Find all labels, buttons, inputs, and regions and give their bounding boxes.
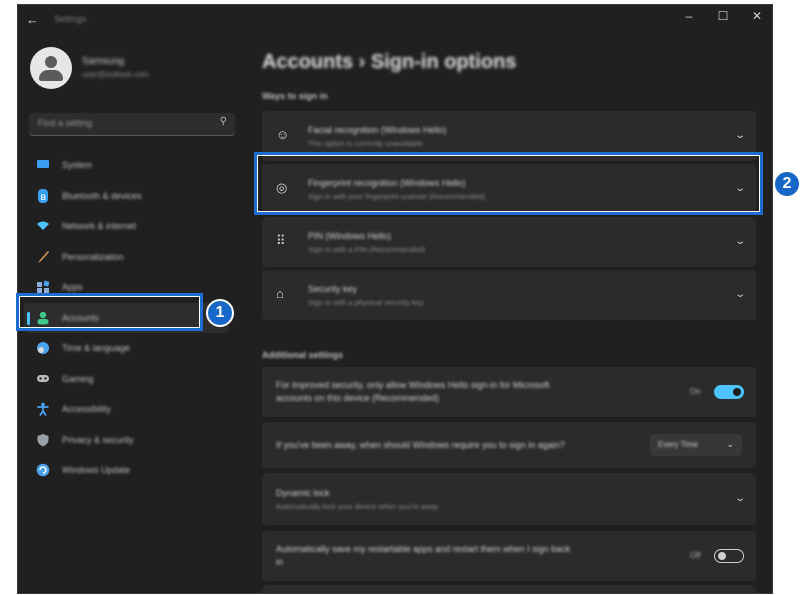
sidebar-item-personalization[interactable]: Personalization: [24, 242, 229, 273]
option-title: PIN (Windows Hello): [308, 231, 392, 241]
page-title: Accounts › Sign-in options: [262, 51, 517, 73]
sidebar-item-gaming[interactable]: Gaming: [24, 364, 229, 395]
accessibility-icon: [36, 402, 50, 416]
callout-badge-1: 1: [206, 299, 234, 327]
sidebar-item-label: Accessibility: [62, 404, 112, 414]
gamepad-icon: [36, 372, 50, 386]
back-arrow-icon[interactable]: ←: [26, 12, 39, 27]
face-icon: ☺: [276, 127, 290, 142]
avatar: [30, 47, 72, 89]
sidebar-item-time-language[interactable]: Time & language: [24, 333, 229, 364]
hello-only-setting: For improved security, only allow Window…: [262, 367, 756, 417]
usb-key-icon: ⌂: [276, 286, 284, 301]
monitor-icon: [36, 158, 50, 172]
setting-text-line2: in: [276, 557, 284, 567]
title-bar: ← Settings – ☐ ✕: [18, 5, 772, 35]
additional-settings-label: Additional settings: [262, 350, 343, 360]
sidebar-item-label: Windows Update: [62, 465, 131, 475]
search-box[interactable]: Find a setting ⚲: [29, 113, 235, 136]
toggle-state-label: Off: [690, 551, 701, 560]
search-icon[interactable]: ⚲: [220, 116, 227, 127]
sidebar-item-windows-update[interactable]: Windows Update: [24, 455, 229, 486]
option-subtitle: Sign in with a PIN (Recommended): [308, 245, 426, 254]
auto-save-apps-toggle[interactable]: [714, 549, 744, 563]
callout-badge-2: 2: [773, 170, 801, 198]
chevron-down-icon[interactable]: ⌄: [734, 493, 746, 504]
bluetooth-icon: ʙ: [36, 188, 50, 203]
chevron-down-icon: ⌄: [726, 439, 734, 449]
app-title: Settings: [54, 14, 87, 24]
sidebar-item-accessibility[interactable]: Accessibility: [24, 394, 229, 425]
profile-name: Samsung: [82, 56, 125, 67]
apps-icon: [36, 280, 50, 294]
setting-subtitle: Automatically lock your device when you'…: [276, 502, 439, 511]
chevron-down-icon[interactable]: ⌄: [734, 236, 746, 247]
sidebar-item-label: Personalization: [62, 251, 124, 262]
away-time-setting: If you've been away, when should Windows…: [262, 422, 756, 468]
option-subtitle: Sign in with a physical security key: [308, 298, 424, 307]
shield-icon: [36, 433, 50, 447]
sidebar-item-label: Time & language: [62, 343, 130, 353]
setting-text-line1: Automatically save my restartable apps a…: [276, 544, 571, 554]
setting-text-line1: For improved security, only allow Window…: [276, 380, 550, 390]
svg-text:ʙ: ʙ: [40, 192, 46, 203]
auto-save-apps-setting: Automatically save my restartable apps a…: [262, 531, 756, 581]
profile-email: user@outlook.com: [82, 70, 149, 79]
setting-text: If you've been away, when should Windows…: [276, 440, 565, 450]
option-title: Security key: [308, 284, 358, 294]
sidebar-item-label: Network & internet: [62, 221, 137, 231]
globe-clock-icon: [36, 341, 50, 355]
sidebar-item-privacy[interactable]: Privacy & security: [24, 425, 229, 456]
ways-to-sign-in-label: Ways to sign in: [262, 91, 328, 101]
sidebar-item-label: System: [62, 160, 93, 170]
keypad-icon: ⠿: [276, 233, 286, 248]
dropdown-value: Every Time: [658, 440, 699, 449]
option-subtitle: This option is currently unavailable: [308, 139, 424, 148]
sidebar-item-label: Privacy & security: [62, 434, 134, 445]
chevron-down-icon[interactable]: ⌄: [734, 289, 746, 300]
security-key-option[interactable]: ⌂ Security key Sign in with a physical s…: [262, 270, 756, 320]
dynamic-lock-setting[interactable]: Dynamic lock Automatically lock your dev…: [262, 473, 756, 525]
setting-title: Dynamic lock: [276, 488, 330, 498]
option-title: Facial recognition (Windows Hello): [308, 125, 447, 135]
next-setting-card: [262, 585, 756, 593]
chevron-down-icon[interactable]: ⌄: [734, 130, 746, 141]
brush-icon: [36, 250, 50, 264]
sidebar-item-label: Gaming: [62, 373, 94, 384]
sidebar-item-bluetooth[interactable]: ʙ Bluetooth & devices: [24, 181, 229, 212]
minimize-button[interactable]: –: [676, 9, 702, 23]
pin-option[interactable]: ⠿ PIN (Windows Hello) Sign in with a PIN…: [262, 217, 756, 267]
user-profile[interactable]: Samsung user@outlook.com: [30, 47, 240, 97]
away-time-dropdown[interactable]: Every Time ⌄: [650, 434, 742, 456]
sidebar-item-system[interactable]: System: [24, 150, 229, 181]
toggle-state-label: On: [690, 387, 701, 396]
search-placeholder: Find a setting: [38, 118, 93, 128]
hello-only-toggle[interactable]: [714, 385, 744, 399]
sidebar-item-label: Apps: [62, 282, 83, 292]
fingerprint-highlight-inner: [257, 155, 760, 212]
sidebar-item-label: Bluetooth & devices: [62, 190, 142, 201]
wifi-icon: [36, 219, 50, 233]
close-button[interactable]: ✕: [744, 9, 770, 23]
accounts-highlight-inner: [19, 296, 200, 328]
update-icon: [36, 463, 50, 477]
sidebar-item-network[interactable]: Network & internet: [24, 211, 229, 242]
maximize-button[interactable]: ☐: [710, 9, 736, 23]
setting-text-line2: accounts on this device (Recommended): [276, 393, 440, 403]
